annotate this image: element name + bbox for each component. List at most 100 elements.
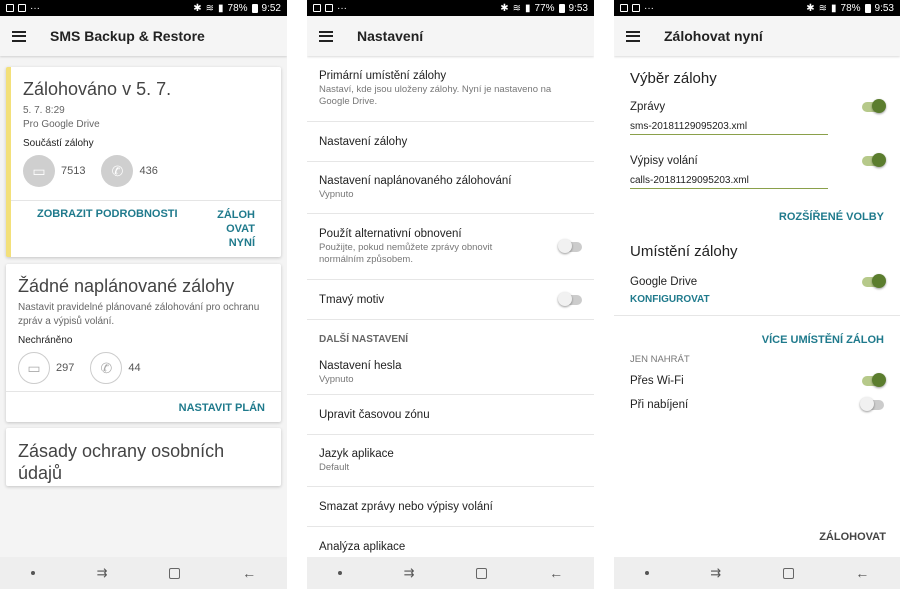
item-title: Primární umístění zálohy [319,69,447,82]
charging-toggle[interactable] [860,397,884,411]
home-icon[interactable] [782,567,794,579]
screen-title: Nastavení [357,28,424,44]
battery-percent: 77% [534,2,555,14]
calls-label: Výpisy volání [630,155,698,167]
phone-icon: ✆ [101,155,134,187]
system-nav-bar: ⇉ ← [0,557,287,589]
alt-restore-toggle[interactable] [558,238,582,253]
message-icon: ▭ [18,352,50,384]
item-subtitle: Vypnuto [319,188,354,200]
calls-toggle[interactable] [862,153,886,167]
item-title: Tmavý motiv [319,293,385,306]
messages-row: Zprávy [614,95,900,119]
home-icon[interactable] [476,567,488,579]
notification-icon [620,4,628,12]
backup-options: Výběr zálohy Zprávy sms-20181129095203.x… [614,56,900,417]
wifi-toggle[interactable] [862,373,886,387]
google-drive-row: Google Drive [614,270,900,294]
messages-count: 7513 [61,165,86,177]
screenshot-stage: ··· ✱ ≋ ▮ 78% 9:52 SMS Backup & Restore Zálo… [0,0,900,589]
google-drive-label: Google Drive [630,276,698,288]
backup-now-button[interactable]: ZÁLOH OVAT NYNÍ [215,208,255,250]
bluetooth-icon: ✱ [500,2,509,14]
item-title: Jazyk aplikace [319,447,394,460]
upload-only-label: JEN NAHRÁT [630,354,690,365]
google-drive-toggle[interactable] [862,274,886,288]
calls-row: Výpisy volání [614,149,900,173]
recent-apps-icon[interactable]: ⇉ [97,565,108,581]
menu-icon[interactable] [319,30,333,42]
backup-button[interactable]: ZÁLOHOVAT [819,531,886,543]
assistant-icon[interactable] [30,571,35,575]
divider [11,200,281,201]
clock: 9:53 [568,2,588,14]
charging-row: Při nabíjení [614,393,900,417]
settings-item-alt-restore[interactable]: Použít alternativní obnovení Použijte, po… [307,214,594,280]
wifi-icon: ≋ [205,2,214,14]
more-icon: ··· [337,2,347,14]
set-schedule-button[interactable]: NASTAVIT PLÁN [179,402,265,414]
settings-item-scheduled[interactable]: Nastavení naplánovaného zálohování Vypnut… [307,162,594,214]
card-title: Žádné naplánované zálohy [18,276,235,296]
messages-filename-input[interactable]: sms-20181129095203.xml [630,121,828,135]
item-title: Upravit časovou zónu [319,408,430,421]
section-header: DALŠÍ NASTAVENÍ [319,334,409,345]
menu-icon[interactable] [12,30,26,42]
item-subtitle: Vypnuto [319,373,354,385]
item-title: Nastavení hesla [319,359,402,372]
item-title: Analýza aplikace [319,541,406,553]
settings-item-backup[interactable]: Nastavení zálohy [307,122,594,162]
signal-icon: ▮ [218,2,224,14]
messages-toggle[interactable] [862,99,886,113]
settings-item-language[interactable]: Jazyk aplikace Default [307,435,594,487]
clock: 9:53 [874,2,894,14]
settings-item-primary-location[interactable]: Primární umístění zálohy Nastaví, kde jso… [307,56,594,122]
recent-apps-icon[interactable]: ⇉ [710,565,721,581]
dark-theme-toggle[interactable] [558,291,582,306]
item-title: Smazat zprávy nebo výpisy volání [319,500,493,513]
more-locations-button[interactable]: VÍCE UMÍSTĚNÍ ZÁLOH [762,334,884,346]
privacy-card[interactable]: Zásady ochrany osobních údajů [6,428,281,486]
settings-item-dark-theme[interactable]: Tmavý motiv [307,280,594,320]
backup-counts: ▭ 7513 ✆ 436 [11,155,281,187]
included-label: Součástí zálohy [23,138,94,149]
back-icon[interactable]: ← [549,565,563,581]
back-icon[interactable]: ← [242,565,256,581]
divider [6,391,281,392]
signal-icon: ▮ [831,2,837,14]
advanced-options-button[interactable]: ROZŠÍŘENÉ VOLBY [779,211,884,223]
signal-icon: ▮ [525,2,531,14]
item-title: Nastavení naplánovaného zálohování [319,174,512,187]
image-icon [18,4,26,12]
app-bar: SMS Backup & Restore [0,16,287,56]
schedule-description: Nastavit pravidelné plánované zálohování… [18,302,260,327]
view-details-button[interactable]: ZOBRAZIT PODROBNOSTI [37,208,178,220]
app-bar: Zálohovat nyní [614,16,900,56]
recent-apps-icon[interactable]: ⇉ [404,565,415,581]
phone-settings-screen: ··· ✱ ≋ ▮ 77% 9:53 Nastavení Primární umístě… [307,0,594,589]
settings-item-timezone[interactable]: Upravit časovou zónu [307,395,594,435]
notification-icon [313,4,321,12]
assistant-icon[interactable] [644,571,649,575]
card-title: Zásady ochrany osobních údajů [18,441,225,483]
item-subtitle: Nastaví, kde jsou uloženy zálohy. Nyní j… [319,83,552,107]
item-subtitle: Default [319,461,350,473]
assistant-icon[interactable] [337,571,342,575]
menu-icon[interactable] [626,30,640,42]
back-icon[interactable]: ← [855,565,869,581]
settings-list: Primární umístění zálohy Nastaví, kde jso… [307,56,594,567]
backup-time: 5. 7. 8:29 [23,105,65,116]
battery-icon [864,3,871,13]
status-bar: ··· ✱ ≋ ▮ 77% 9:53 [307,0,594,16]
calls-filename-input[interactable]: calls-20181129095203.xml [630,175,828,189]
battery-percent: 78% [840,2,861,14]
unprotected-label: Nechráněno [18,335,73,346]
home-icon[interactable] [169,567,181,579]
battery-percent: 78% [227,2,248,14]
system-nav-bar: ⇉ ← [307,557,594,589]
select-heading: Výběr zálohy [630,70,717,87]
card-title: Zálohováno v 5. 7. [23,79,172,99]
settings-item-delete[interactable]: Smazat zprávy nebo výpisy volání [307,487,594,527]
settings-item-password[interactable]: Nastavení hesla Vypnuto [307,351,594,395]
configure-link[interactable]: KONFIGUROVAT [614,294,900,305]
